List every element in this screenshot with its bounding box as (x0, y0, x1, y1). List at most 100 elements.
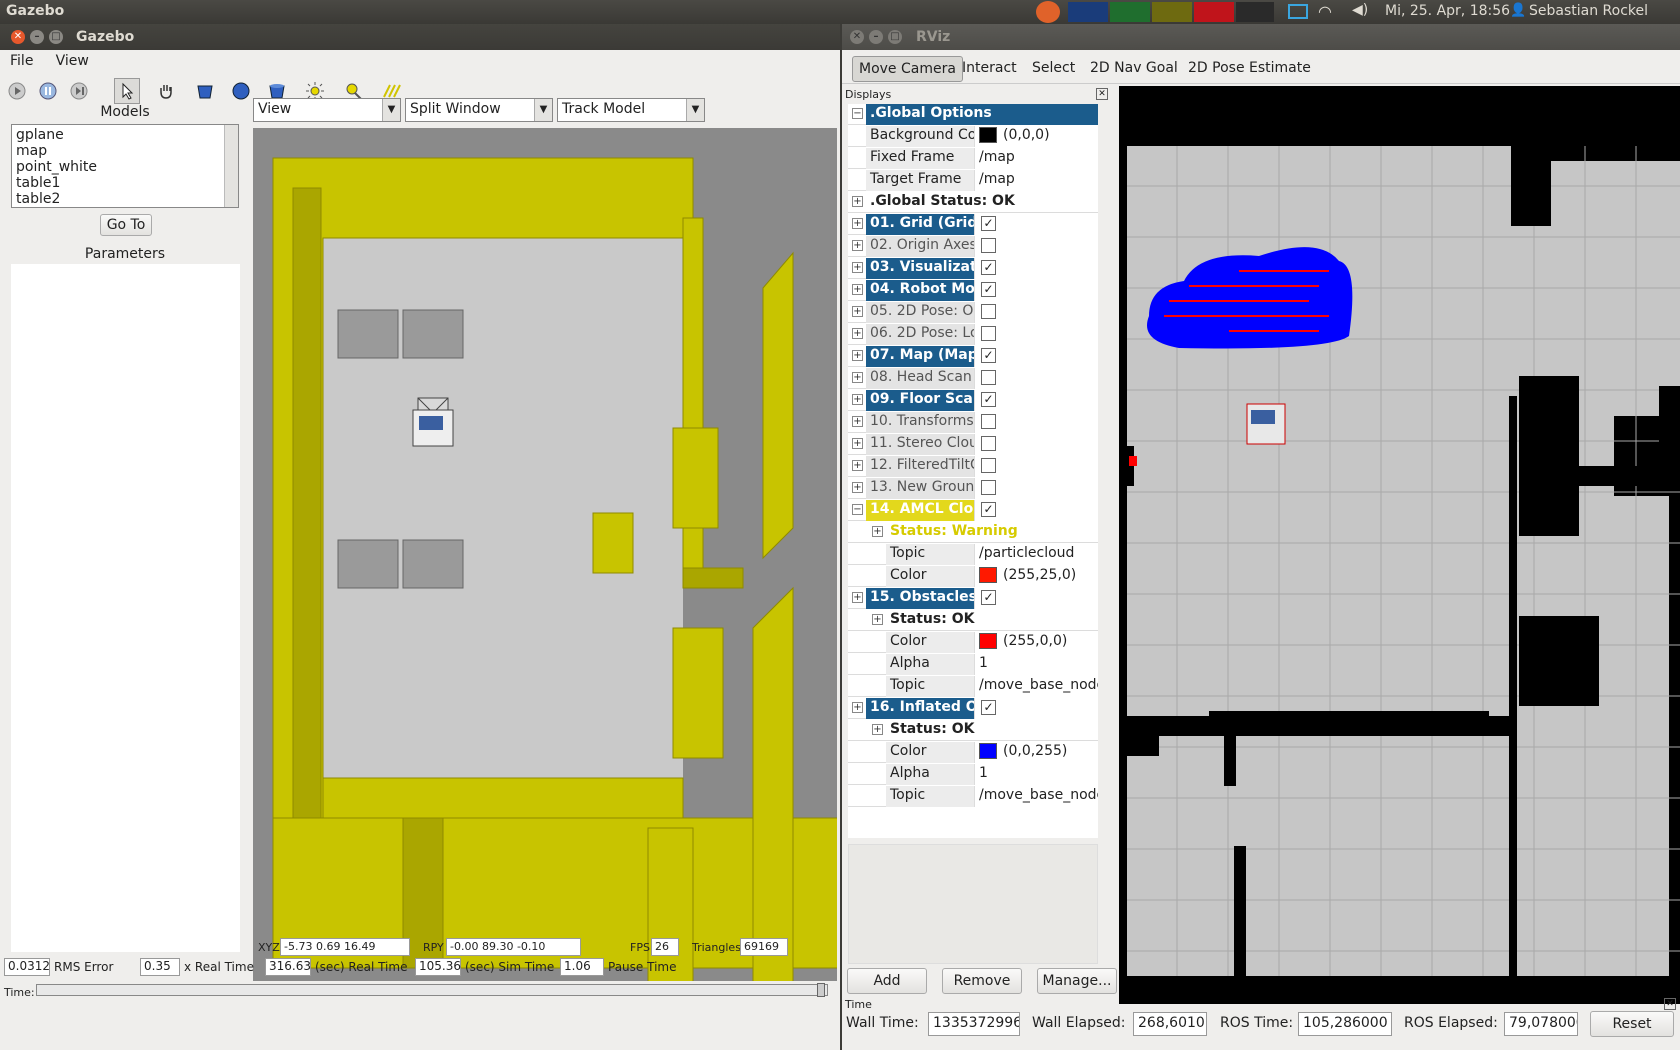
display-row[interactable]: +06. 2D Pose: Loc (848, 324, 1098, 345)
memory-graph-icon[interactable] (1110, 2, 1150, 22)
display-enabled-checkbox[interactable]: ✓ (981, 348, 996, 363)
models-list[interactable]: gplane map point_white table1 table2 (11, 124, 239, 208)
sim-time-field[interactable]: 105.36 (415, 958, 461, 976)
property-value[interactable]: 1 (974, 764, 1098, 785)
display-row[interactable]: +13. New Ground (848, 478, 1098, 499)
display-enabled-checkbox[interactable] (981, 326, 996, 341)
expand-icon[interactable]: + (852, 438, 863, 449)
display-row[interactable]: − .Global Options (848, 104, 1098, 125)
display-row[interactable]: −14. AMCL Cloud ✓ (848, 500, 1098, 521)
network-graph-icon[interactable] (1152, 2, 1192, 22)
color-swatch[interactable] (979, 743, 997, 759)
display-enabled-checkbox[interactable]: ✓ (981, 260, 996, 275)
ros-elapsed-field[interactable]: 79,078000 (1504, 1012, 1578, 1036)
expand-icon[interactable]: + (852, 394, 863, 405)
pause-icon[interactable] (35, 78, 61, 104)
expand-icon[interactable]: + (852, 306, 863, 317)
expand-icon[interactable]: + (852, 592, 863, 603)
display-row[interactable]: +09. Floor Scan (✓ (848, 390, 1098, 411)
menu-view[interactable]: View (56, 53, 89, 69)
split-window-combo[interactable]: Split Window ▼ (405, 98, 553, 122)
expand-icon[interactable]: + (852, 196, 863, 207)
display-enabled-checkbox[interactable] (981, 480, 996, 495)
time-slider-handle[interactable] (817, 983, 825, 997)
remove-display-button[interactable]: Remove (942, 968, 1022, 994)
display-row[interactable]: +07. Map (Map) ✓ (848, 346, 1098, 367)
display-row[interactable]: +08. Head Scan (L (848, 368, 1098, 389)
display-row[interactable]: Fixed Frame/map (848, 148, 1098, 169)
rpy-field[interactable]: -0.00 89.30 -0.10 (446, 938, 581, 956)
display-row[interactable]: +12. FilteredTiltC (848, 456, 1098, 477)
display-row[interactable]: + Status: OK (848, 610, 1098, 631)
property-value[interactable]: 1 (974, 654, 1098, 675)
wifi-icon[interactable]: ◠ (1318, 2, 1332, 21)
display-row[interactable]: +04. Robot Mode ✓ (848, 280, 1098, 301)
hand-icon[interactable] (153, 78, 179, 104)
expand-icon[interactable]: + (872, 526, 883, 537)
manage-displays-button[interactable]: Manage... (1037, 968, 1117, 994)
tool-interact[interactable]: Interact (956, 56, 1023, 80)
display-row[interactable]: + Status: OK (848, 720, 1098, 741)
collapse-icon[interactable]: − (852, 504, 863, 515)
select-mode-icon[interactable] (114, 78, 140, 104)
list-item[interactable]: point_white (16, 159, 234, 175)
add-display-button[interactable]: Add (847, 968, 927, 994)
expand-icon[interactable]: + (852, 262, 863, 273)
gazebo-3d-viewport[interactable] (253, 128, 837, 981)
tool-2d-pose-estimate[interactable]: 2D Pose Estimate (1182, 56, 1317, 80)
wall-elapsed-field[interactable]: 268,60101 (1133, 1012, 1207, 1036)
display-enabled-checkbox[interactable] (981, 304, 996, 319)
disk-graph-icon[interactable] (1236, 2, 1274, 22)
list-item[interactable]: map (16, 143, 234, 159)
maximize-icon[interactable]: □ (888, 30, 902, 44)
user-icon[interactable]: 👤 (1510, 3, 1526, 18)
display-row[interactable]: +05. 2D Pose: Odo (848, 302, 1098, 323)
color-swatch[interactable] (979, 567, 997, 583)
real-time-field[interactable]: 316.63 (265, 958, 311, 976)
tool-2d-nav-goal[interactable]: 2D Nav Goal (1084, 56, 1184, 80)
collapse-icon[interactable]: − (852, 108, 863, 119)
display-row[interactable]: +03. Visualizatio ✓ (848, 258, 1098, 279)
close-icon[interactable]: ✕ (1664, 998, 1676, 1010)
display-row[interactable]: Color (0,0,255) (848, 742, 1098, 763)
display-row[interactable]: Target Frame/map (848, 170, 1098, 191)
parameters-panel[interactable] (11, 264, 240, 952)
property-value[interactable]: (0,0,255) (974, 742, 1098, 763)
goto-button[interactable]: Go To (100, 214, 152, 236)
display-enabled-checkbox[interactable] (981, 436, 996, 451)
user-name[interactable]: Sebastian Rockel (1529, 3, 1648, 19)
box-icon[interactable] (192, 78, 218, 104)
expand-icon[interactable]: + (852, 328, 863, 339)
track-model-combo[interactable]: Track Model ▼ (557, 98, 705, 122)
models-scrollbar[interactable] (224, 125, 238, 207)
tool-select[interactable]: Select (1026, 56, 1081, 80)
expand-icon[interactable]: + (852, 284, 863, 295)
property-value[interactable]: /move_base_node/ (974, 786, 1098, 807)
property-value[interactable]: /particlecloud (974, 544, 1098, 565)
fps-field[interactable]: 26 (651, 938, 679, 956)
display-enabled-checkbox[interactable]: ✓ (981, 700, 996, 715)
expand-icon[interactable]: + (852, 482, 863, 493)
display-row[interactable]: Topic/move_base_node/ (848, 786, 1098, 807)
display-row[interactable]: Color (255,0,0) (848, 632, 1098, 653)
display-row[interactable]: +01. Grid (Grid) ✓ (848, 214, 1098, 235)
property-value[interactable]: (255,0,0) (974, 632, 1098, 653)
display-row[interactable]: Topic/particlecloud (848, 544, 1098, 565)
expand-icon[interactable]: + (852, 702, 863, 713)
sphere-icon[interactable] (228, 78, 254, 104)
display-row[interactable]: Background Colo (0,0,0) (848, 126, 1098, 147)
display-row[interactable]: +02. Origin Axes ( (848, 236, 1098, 257)
play-icon[interactable] (4, 78, 30, 104)
property-value[interactable]: (255,25,0) (974, 566, 1098, 587)
close-icon[interactable]: ✕ (11, 30, 25, 44)
clock[interactable]: Mi, 25. Apr, 18:56 (1385, 3, 1510, 19)
reset-button[interactable]: Reset (1590, 1011, 1674, 1037)
list-item[interactable]: table1 (16, 175, 234, 191)
volume-icon[interactable]: ◀) (1352, 2, 1368, 18)
close-icon[interactable]: ✕ (850, 30, 864, 44)
close-icon[interactable]: ✕ (1096, 88, 1108, 100)
display-enabled-checkbox[interactable]: ✓ (981, 392, 996, 407)
expand-icon[interactable]: + (852, 372, 863, 383)
expand-icon[interactable]: + (852, 218, 863, 229)
display-row[interactable]: +11. Stereo Cloud (848, 434, 1098, 455)
